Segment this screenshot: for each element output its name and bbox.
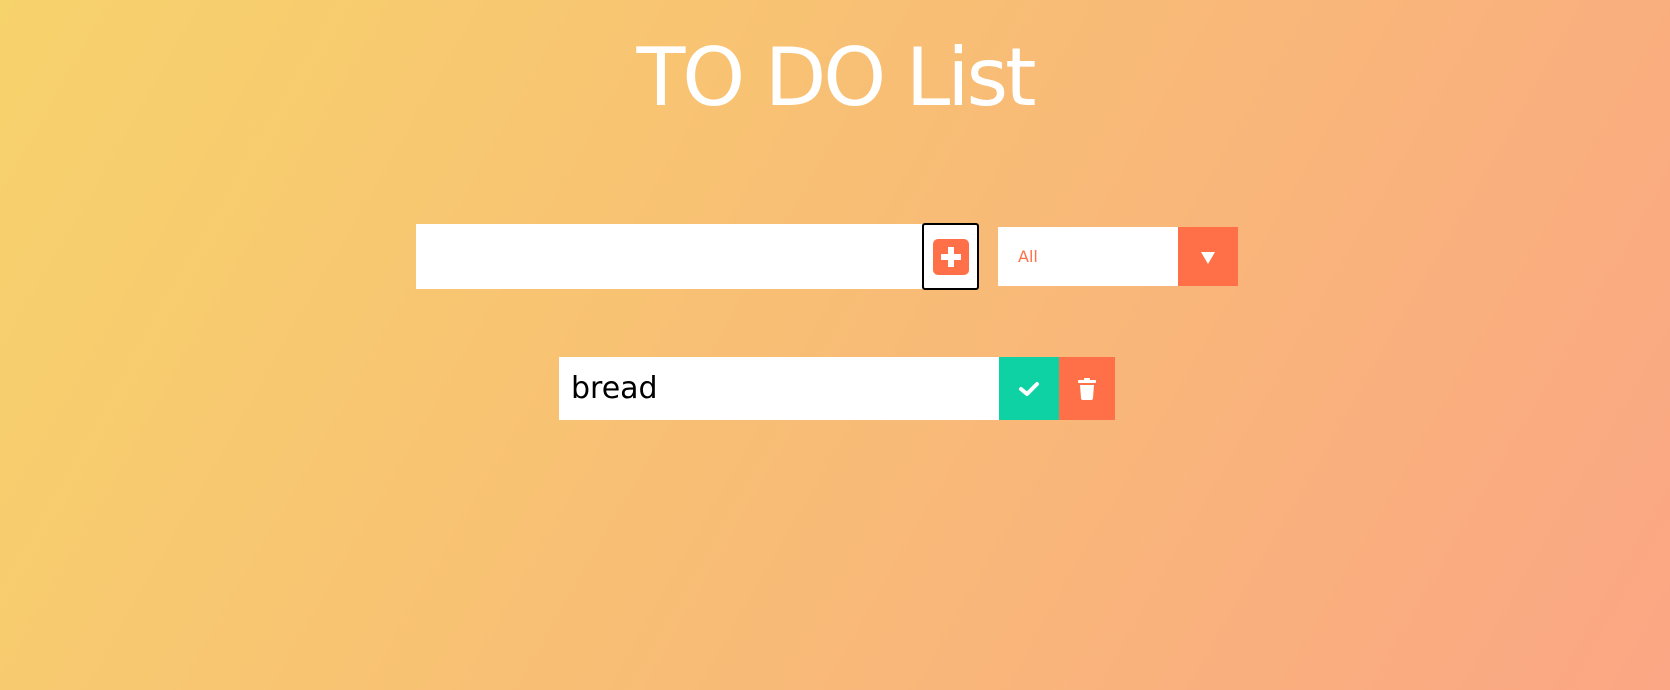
dropdown-arrow-icon[interactable] [1178,227,1238,286]
plus-square-icon [932,238,969,275]
filter-select[interactable]: All [998,227,1238,286]
todo-input[interactable] [416,224,922,289]
complete-button[interactable] [999,357,1059,420]
triangle-down-icon [1201,251,1215,264]
check-icon [1019,381,1039,396]
todo-item-text: bread [571,371,658,406]
add-todo-button[interactable] [922,223,979,290]
filter-selected-value: All [1018,247,1038,266]
trash-icon [1078,377,1096,400]
todo-item: bread [559,357,1115,420]
page-title: TO DO List [636,31,1036,124]
delete-button[interactable] [1059,357,1115,420]
